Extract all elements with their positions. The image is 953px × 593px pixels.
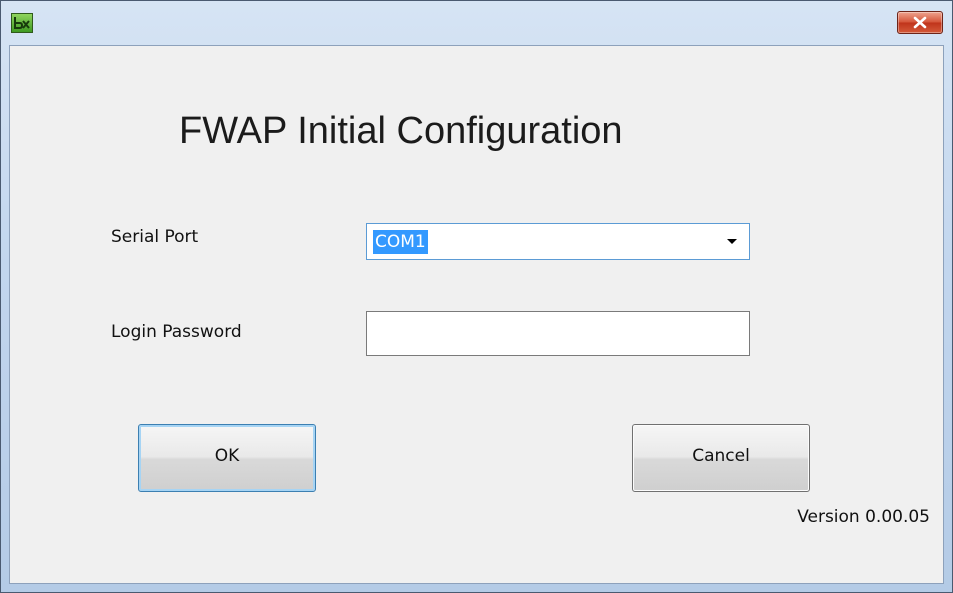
- close-button[interactable]: [897, 11, 943, 34]
- close-icon: [913, 16, 927, 29]
- serial-port-selected-value: COM1: [373, 230, 428, 254]
- version-label: Version 0.00.05: [797, 507, 930, 527]
- serial-port-select[interactable]: COM1: [366, 223, 750, 260]
- login-password-label: Login Password: [111, 322, 242, 342]
- ok-button[interactable]: OK: [138, 424, 316, 492]
- cancel-button[interactable]: Cancel: [632, 424, 810, 492]
- dialog-body: FWAP Initial Configuration Serial Port C…: [9, 45, 944, 584]
- title-bar[interactable]: [1, 1, 952, 45]
- serial-port-label: Serial Port: [111, 227, 199, 247]
- chevron-down-icon[interactable]: [727, 239, 737, 244]
- dialog-window: FWAP Initial Configuration Serial Port C…: [0, 0, 953, 593]
- page-title: FWAP Initial Configuration: [179, 110, 623, 152]
- app-icon: [11, 13, 33, 33]
- login-password-input[interactable]: [366, 311, 750, 356]
